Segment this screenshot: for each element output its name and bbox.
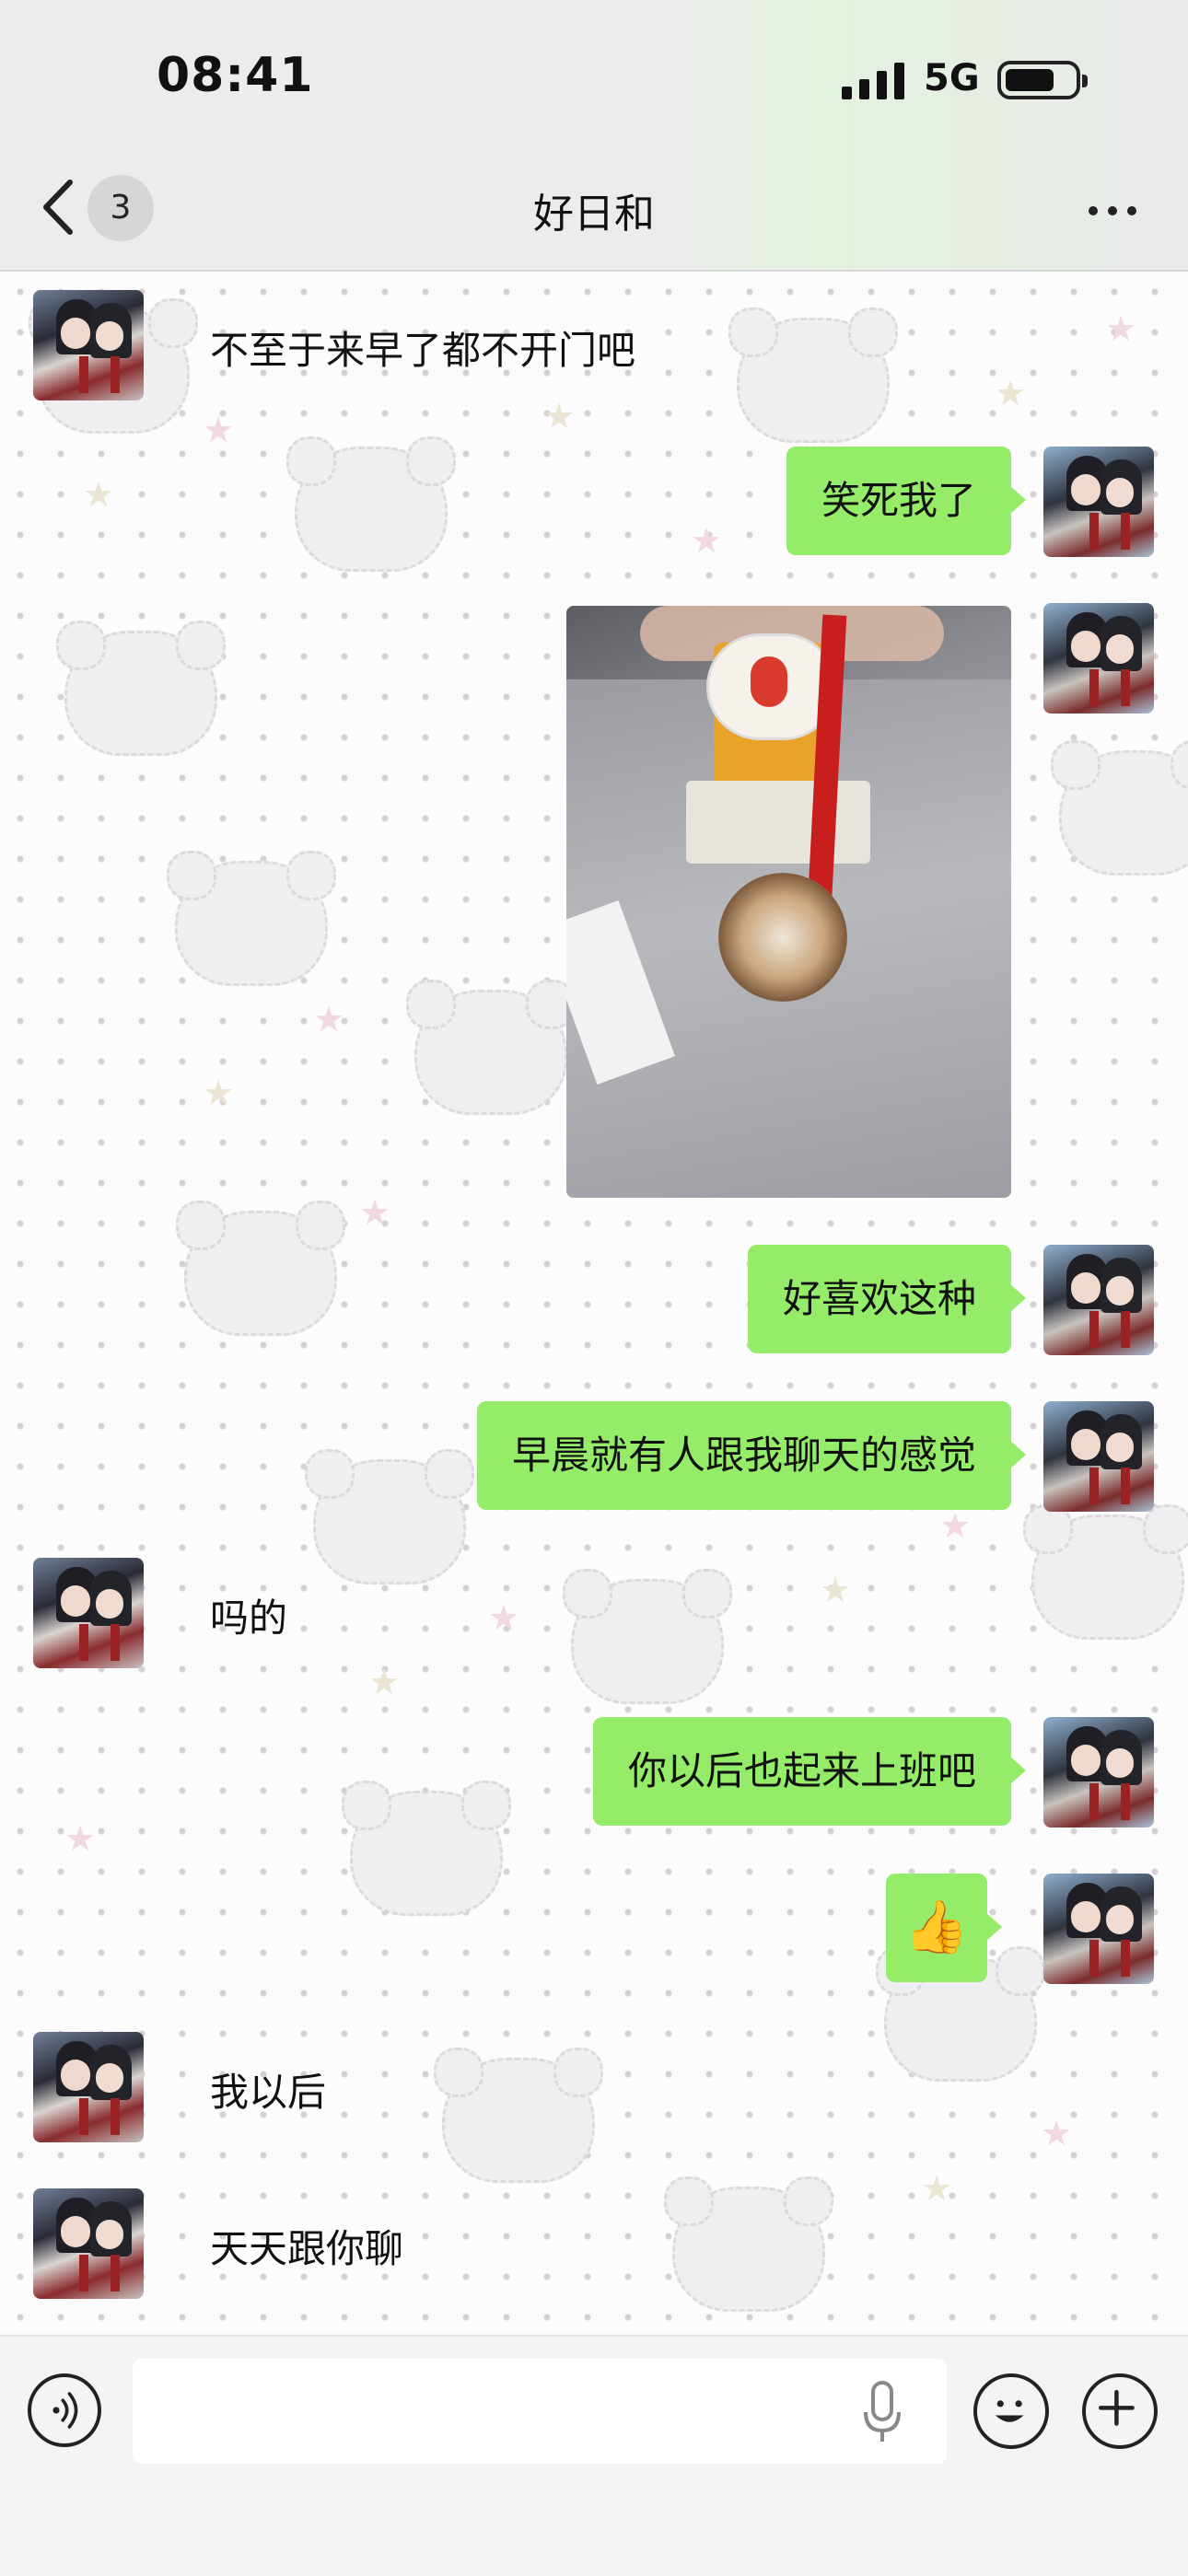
more-dots-icon[interactable] bbox=[1085, 201, 1140, 219]
message-bubble[interactable]: 早晨就有人跟我聊天的感觉 bbox=[476, 1401, 1027, 1510]
photo-message[interactable] bbox=[566, 606, 1011, 1198]
message-bubble[interactable]: 好喜欢这种 bbox=[747, 1245, 1027, 1353]
input-bar bbox=[0, 2335, 1188, 2576]
top-bar: 08:41 5G 3 好日和 bbox=[0, 0, 1188, 272]
status-time: 08:41 bbox=[157, 48, 314, 103]
message-row: 笑死我了 bbox=[0, 447, 1188, 566]
message-row: 我以后 bbox=[0, 2032, 1188, 2152]
message-input[interactable] bbox=[133, 2359, 947, 2464]
microphone-icon[interactable] bbox=[855, 2375, 910, 2449]
avatar[interactable] bbox=[1043, 1401, 1154, 1512]
avatar[interactable] bbox=[1043, 603, 1154, 714]
chat-area[interactable]: ★ ★ ★ ★ ★ ★ ★ ★ ★ ★ ★ ★ ★ ★ ★ ★ 不至于来早了都不… bbox=[0, 272, 1188, 2334]
chat-title: 好日和 bbox=[533, 191, 655, 238]
message-text[interactable]: 天天跟你聊 bbox=[210, 2218, 403, 2274]
message-text[interactable]: 吗的 bbox=[210, 1587, 287, 1643]
message-text[interactable]: 我以后 bbox=[210, 2061, 326, 2118]
smiley-icon[interactable] bbox=[973, 2373, 1049, 2449]
message-row: 早晨就有人跟我聊天的感觉 bbox=[0, 1401, 1188, 1521]
avatar[interactable] bbox=[1043, 1245, 1154, 1355]
message-bubble[interactable]: 笑死我了 bbox=[786, 447, 1027, 555]
avatar[interactable] bbox=[33, 290, 144, 400]
message-row: 吗的 bbox=[0, 1558, 1188, 1677]
message-text[interactable]: 不至于来早了都不开门吧 bbox=[210, 319, 635, 376]
battery-icon bbox=[997, 61, 1088, 99]
message-row: 天天跟你聊 bbox=[0, 2188, 1188, 2308]
message-row: 不至于来早了都不开门吧 bbox=[0, 290, 1188, 410]
plus-icon[interactable] bbox=[1082, 2373, 1158, 2449]
signal-icon bbox=[842, 63, 904, 99]
avatar[interactable] bbox=[33, 1558, 144, 1668]
avatar[interactable] bbox=[33, 2032, 144, 2142]
message-bubble[interactable]: 你以后也起来上班吧 bbox=[592, 1717, 1027, 1826]
voice-mode-icon[interactable] bbox=[28, 2373, 101, 2447]
avatar[interactable] bbox=[1043, 1874, 1154, 1984]
avatar[interactable] bbox=[33, 2188, 144, 2299]
message-row: 好喜欢这种 bbox=[0, 1245, 1188, 1364]
network-label: 5G bbox=[924, 57, 980, 99]
message-row bbox=[0, 1874, 1188, 1993]
message-row: 你以后也起来上班吧 bbox=[0, 1717, 1188, 1837]
avatar[interactable] bbox=[1043, 1717, 1154, 1828]
avatar[interactable] bbox=[1043, 447, 1154, 557]
wallpaper-star-decoration: ★ bbox=[203, 410, 235, 450]
thumbs-up-emoji-bubble[interactable]: 👍 bbox=[886, 1874, 1002, 1982]
